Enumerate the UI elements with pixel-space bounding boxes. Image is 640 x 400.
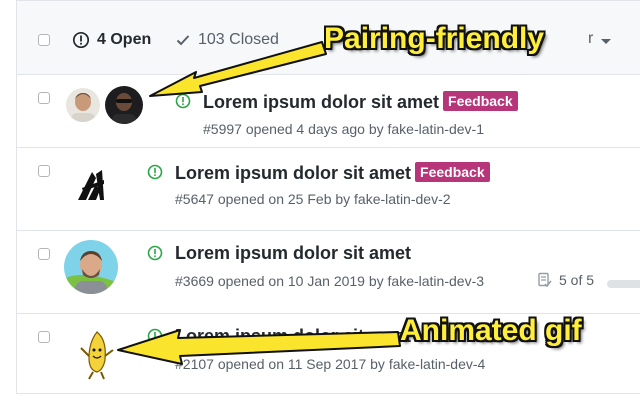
issue-checkbox[interactable] (38, 331, 50, 343)
open-issues-filter[interactable]: 4 Open (72, 29, 151, 51)
chevron-down-icon[interactable] (601, 39, 611, 44)
issue-opened-icon (175, 93, 191, 109)
issue-row[interactable]: Lorem ipsum dolor sit amet #3669 opened … (17, 231, 640, 314)
avatar[interactable] (65, 87, 101, 123)
issue-title-row: Lorem ipsum dolor sit amet (175, 243, 411, 264)
avatar[interactable] (104, 85, 144, 125)
issue-title-link[interactable]: Lorem ipsum dolor sit amet (175, 243, 411, 263)
task-count: 5 of 5 (559, 272, 595, 288)
issue-meta: #3669 opened on 10 Jan 2019 by fake-lati… (175, 273, 485, 289)
issue-title-row: Lorem ipsum dolor sit amet Feedback (175, 162, 490, 184)
issue-checkbox[interactable] (38, 248, 50, 260)
issue-row[interactable]: Lorem ipsum dolor sit amet Feedback #5647… (17, 148, 640, 231)
sort-dropdown-label[interactable]: r (588, 30, 593, 48)
select-all-checkbox[interactable] (38, 34, 50, 46)
closed-count-label: 103 Closed (198, 31, 279, 48)
avatar[interactable] (74, 168, 110, 204)
issue-opened-icon (147, 164, 163, 180)
avatar[interactable] (63, 239, 119, 295)
issue-title-row: Lorem ipsum dolor sit amet (175, 326, 411, 347)
issue-title-link[interactable]: Lorem ipsum dolor sit amet (203, 92, 439, 112)
issue-checkbox[interactable] (38, 92, 50, 104)
issue-title-row: Lorem ipsum dolor sit amet Feedback (203, 91, 518, 113)
screenshot-frame: 4 Open 103 Closed r Lorem ipsum dolor si… (0, 0, 640, 400)
task-progress-bar (607, 280, 640, 288)
issue-opened-icon (147, 328, 163, 344)
callout-animated-gif: Animated gif (400, 314, 582, 347)
avatar[interactable] (77, 330, 117, 380)
issue-opened-icon (72, 31, 90, 49)
feedback-label[interactable]: Feedback (443, 91, 518, 111)
closed-issues-filter[interactable]: 103 Closed (175, 29, 279, 51)
task-progress: 5 of 5 (537, 272, 594, 288)
issue-meta: #5647 opened on 25 Feb by fake-latin-dev… (175, 191, 451, 207)
callout-pairing-friendly: Pairing-friendly (324, 22, 545, 55)
feedback-label[interactable]: Feedback (415, 162, 490, 182)
checklist-icon (538, 272, 552, 288)
open-count-label: 4 Open (97, 31, 152, 48)
issue-title-link[interactable]: Lorem ipsum dolor sit amet (175, 326, 411, 346)
issue-meta: #2107 opened on 11 Sep 2017 by fake-lati… (175, 356, 486, 372)
issue-meta: #5997 opened 4 days ago by fake-latin-de… (203, 121, 484, 137)
issue-title-link[interactable]: Lorem ipsum dolor sit amet (175, 163, 411, 183)
check-icon (176, 35, 190, 46)
issue-opened-icon (147, 245, 163, 261)
issue-row[interactable]: Lorem ipsum dolor sit amet Feedback #5997… (17, 75, 640, 148)
issue-checkbox[interactable] (38, 165, 50, 177)
